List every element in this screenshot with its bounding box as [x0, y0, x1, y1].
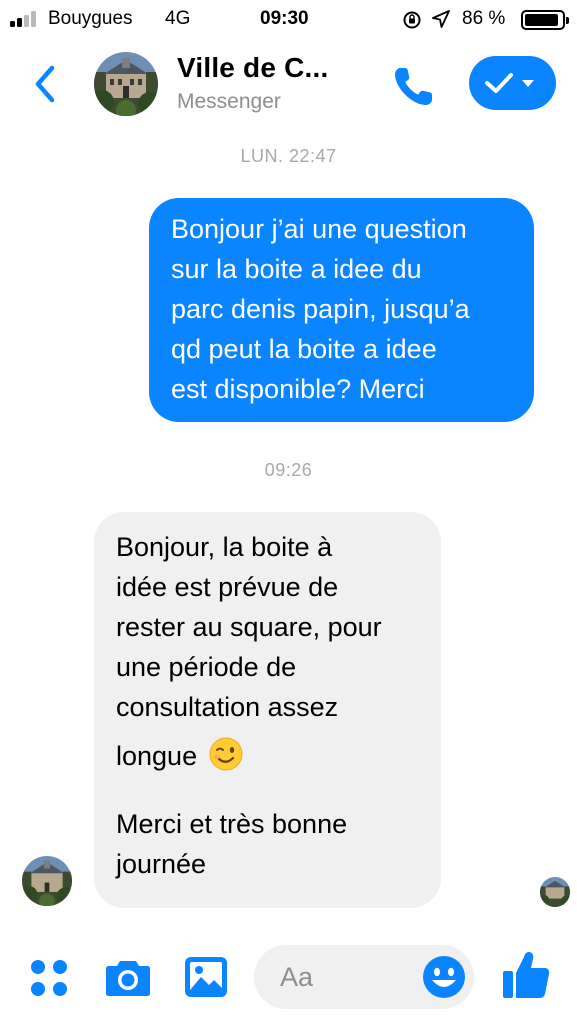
contact-avatar[interactable] [94, 52, 158, 116]
emoji-icon [423, 956, 465, 998]
sender-avatar[interactable] [22, 856, 72, 906]
message-line: une période de [116, 652, 297, 682]
winking-face-emoji-icon [209, 737, 243, 771]
status-time: 09:30 [260, 8, 309, 29]
message-line: qd peut la boite a idee [171, 334, 437, 364]
read-receipt-avatar [540, 877, 570, 907]
carrier-name: Bouygues [48, 8, 133, 29]
chat-header: Ville de C... Messenger [0, 38, 577, 130]
location-arrow-icon [432, 10, 450, 28]
chevron-left-icon [35, 65, 55, 103]
message-line: Merci et très bonne [116, 809, 348, 839]
conversation-status-button[interactable] [469, 56, 556, 110]
gallery-button[interactable] [183, 955, 229, 999]
camera-icon [106, 961, 150, 996]
message-line: est disponible? Merci [171, 374, 425, 404]
battery-percent: 86 % [462, 8, 506, 29]
checkmark-icon [485, 73, 513, 93]
message-line: Bonjour, la boite à [116, 532, 333, 562]
contact-name[interactable]: Ville de C... [177, 52, 328, 84]
message-input[interactable]: Aa [254, 945, 474, 1009]
thumbs-up-icon [503, 952, 550, 998]
message-line: Bonjour j’ai une question [171, 214, 467, 244]
message-line: rester au square, pour [116, 612, 382, 642]
message-timestamp: LUN. 22:47 [240, 146, 337, 166]
apps-button[interactable] [28, 957, 70, 999]
call-button[interactable] [390, 62, 438, 110]
phone-icon [395, 68, 432, 105]
emoji-button[interactable] [421, 954, 467, 1000]
message-line: longue [116, 741, 198, 771]
message-timestamp: 09:26 [264, 460, 313, 480]
like-button[interactable] [500, 949, 552, 1001]
signal-strength-icon [10, 11, 44, 27]
message-line: parc denis papin, jusqu’a [171, 294, 470, 324]
camera-button[interactable] [104, 955, 152, 999]
battery-icon [521, 10, 569, 30]
message-line: idée est prévue de [116, 572, 339, 602]
message-line: journée [116, 849, 207, 879]
status-bar: Bouygues 4G 09:30 86 % [0, 0, 577, 38]
message-composer: Aa [0, 935, 577, 1024]
outgoing-message-bubble[interactable]: Bonjour j’ai une question sur la boite a… [149, 198, 534, 422]
image-icon [185, 957, 227, 997]
apps-icon [31, 960, 67, 996]
rotation-lock-icon [403, 11, 421, 29]
incoming-message-bubble[interactable]: Bonjour, la boite à idée est prévue de r… [94, 512, 441, 908]
message-line: sur la boite a idee du [171, 254, 422, 284]
message-line: consultation assez [116, 692, 339, 722]
caret-down-icon [522, 80, 534, 87]
message-line-with-emoji: longue [116, 731, 419, 781]
network-type: 4G [165, 8, 191, 29]
back-button[interactable] [28, 62, 64, 106]
contact-subtitle: Messenger [177, 90, 281, 113]
message-input-placeholder: Aa [280, 962, 314, 992]
